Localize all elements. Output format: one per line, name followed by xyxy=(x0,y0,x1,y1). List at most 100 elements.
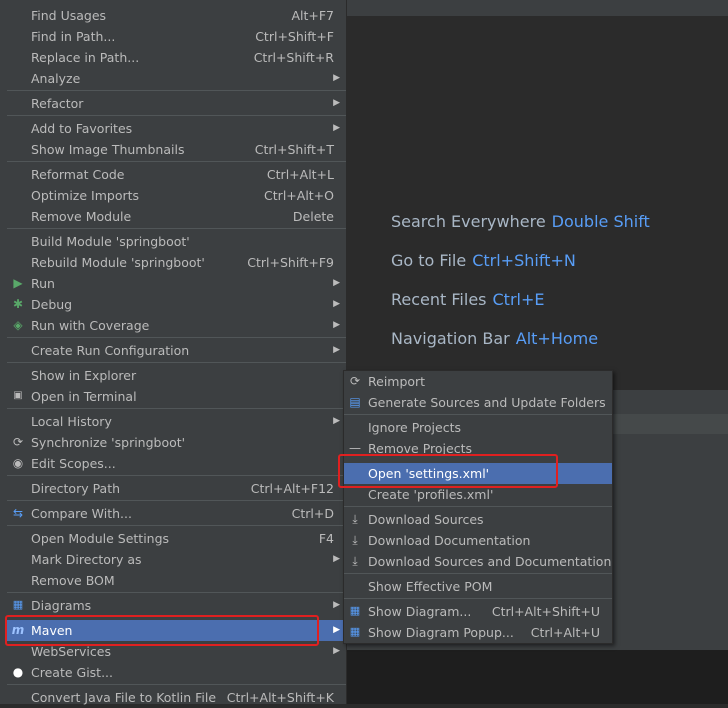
menu-item-label: Open Module Settings xyxy=(31,531,170,546)
run-icon: ▶ xyxy=(13,276,23,290)
menu-separator xyxy=(7,161,346,162)
welcome-recent-files: Recent Files Ctrl+E xyxy=(391,290,544,309)
menu-separator xyxy=(344,598,612,599)
submenu-arrow-icon: ▶ xyxy=(333,345,340,355)
menu-item-label: Download Sources and Documentation xyxy=(368,554,612,569)
submenu-item-download-sources[interactable]: ⤓ Download Sources xyxy=(344,509,612,530)
menu-item-optimize-imports[interactable]: Optimize Imports Ctrl+Alt+O xyxy=(7,185,346,206)
menu-separator xyxy=(7,525,346,526)
menu-item-directory-path[interactable]: Directory Path Ctrl+Alt+F12 xyxy=(7,478,346,499)
submenu-item-reimport[interactable]: ⟳ Reimport xyxy=(344,371,612,392)
menu-item-label: Local History xyxy=(31,414,112,429)
menu-separator xyxy=(7,115,346,116)
menu-separator xyxy=(7,592,346,593)
submenu-arrow-icon: ▶ xyxy=(333,73,340,83)
welcome-label: Recent Files xyxy=(391,290,487,309)
menu-item-debug[interactable]: ✱ Debug ▶ xyxy=(7,294,346,315)
welcome-shortcut: Ctrl+Shift+N xyxy=(472,251,576,270)
menu-item-shortcut: Ctrl+Alt+U xyxy=(530,625,600,640)
menu-item-shortcut: Ctrl+Shift+F xyxy=(255,29,334,44)
menu-item-analyze[interactable]: Analyze ▶ xyxy=(7,68,346,89)
menu-separator xyxy=(344,414,612,415)
menu-item-label: Show Diagram Popup... xyxy=(368,625,514,640)
menu-item-mark-directory-as[interactable]: Mark Directory as ▶ xyxy=(7,549,346,570)
menu-item-show-image-thumbnails[interactable]: Show Image Thumbnails Ctrl+Shift+T xyxy=(7,139,346,160)
menu-item-label: Rebuild Module 'springboot' xyxy=(31,255,205,270)
menu-item-shortcut: F4 xyxy=(318,531,334,546)
welcome-shortcut: Ctrl+E xyxy=(492,290,545,309)
menu-item-remove-module[interactable]: Remove Module Delete xyxy=(7,206,346,227)
menu-item-replace-in-path[interactable]: Replace in Path... Ctrl+Shift+R xyxy=(7,47,346,68)
welcome-navigation-bar: Navigation Bar Alt+Home xyxy=(391,329,598,348)
menu-item-shortcut: Ctrl+Shift+R xyxy=(253,50,334,65)
menu-item-create-run-configuration[interactable]: Create Run Configuration ▶ xyxy=(7,340,346,361)
debug-bug-icon: ✱ xyxy=(12,297,24,311)
menu-item-label: Show in Explorer xyxy=(31,368,137,383)
menu-item-label: Optimize Imports xyxy=(31,188,140,203)
submenu-arrow-icon: ▶ xyxy=(333,625,340,635)
menu-item-shortcut: Ctrl+Alt+Shift+U xyxy=(491,604,600,619)
welcome-shortcut: Double Shift xyxy=(551,212,650,231)
menu-item-find-in-path[interactable]: Find in Path... Ctrl+Shift+F xyxy=(7,26,346,47)
menu-item-label: Reimport xyxy=(368,374,426,389)
submenu-item-download-documentation[interactable]: ⤓ Download Documentation xyxy=(344,530,612,551)
menu-separator xyxy=(7,337,346,338)
sync-icon: ⟳ xyxy=(12,435,24,449)
menu-item-shortcut: Ctrl+Shift+T xyxy=(254,142,334,157)
menu-item-find-usages[interactable]: Find Usages Alt+F7 xyxy=(7,5,346,26)
menu-item-run[interactable]: ▶ Run ▶ xyxy=(7,273,346,294)
maven-submenu: ⟳ Reimport ▤ Generate Sources and Update F… xyxy=(343,370,613,644)
submenu-item-show-effective-pom[interactable]: Show Effective POM xyxy=(344,576,612,597)
menu-item-local-history[interactable]: Local History ▶ xyxy=(7,411,346,432)
menu-item-diagrams[interactable]: ▦ Diagrams ▶ xyxy=(7,595,346,616)
menu-item-remove-bom[interactable]: Remove BOM xyxy=(7,570,346,591)
menu-item-build-module[interactable]: Build Module 'springboot' xyxy=(7,231,346,252)
download-icon: ⤓ xyxy=(352,554,358,568)
menu-item-open-in-terminal[interactable]: ▣ Open in Terminal xyxy=(7,386,346,407)
submenu-arrow-icon: ▶ xyxy=(333,278,340,288)
menu-item-refactor[interactable]: Refactor ▶ xyxy=(7,93,346,114)
menu-item-shortcut: Ctrl+Alt+O xyxy=(264,188,334,203)
menu-item-label: Run xyxy=(31,276,55,291)
menu-item-rebuild-module[interactable]: Rebuild Module 'springboot' Ctrl+Shift+F9 xyxy=(7,252,346,273)
compare-arrows-icon: ⇆ xyxy=(12,506,24,520)
menu-item-open-module-settings[interactable]: Open Module Settings F4 xyxy=(7,528,346,549)
menu-item-label: Remove BOM xyxy=(31,573,115,588)
project-tool-strip xyxy=(0,0,7,704)
submenu-item-ignore-projects[interactable]: Ignore Projects xyxy=(344,417,612,438)
menu-item-reformat-code[interactable]: Reformat Code Ctrl+Alt+L xyxy=(7,164,346,185)
menu-item-shortcut: Ctrl+Alt+L xyxy=(266,167,334,182)
submenu-arrow-icon: ▶ xyxy=(333,554,340,564)
menu-item-run-with-coverage[interactable]: ◈ Run with Coverage ▶ xyxy=(7,315,346,336)
menu-item-label: Open in Terminal xyxy=(31,389,137,404)
menu-item-synchronize[interactable]: ⟳ Synchronize 'springboot' xyxy=(7,432,346,453)
menu-item-label: Directory Path xyxy=(31,481,121,496)
submenu-arrow-icon: ▶ xyxy=(333,299,340,309)
submenu-arrow-icon: ▶ xyxy=(333,98,340,108)
menu-item-compare-with[interactable]: ⇆ Compare With... Ctrl+D xyxy=(7,503,346,524)
menu-item-label: Find Usages xyxy=(31,8,107,23)
submenu-item-download-sources-and-docs[interactable]: ⤓ Download Sources and Documentation xyxy=(344,551,612,572)
menu-item-convert-to-kotlin[interactable]: Convert Java File to Kotlin File Ctrl+Alt… xyxy=(7,687,346,708)
scope-icon: ◉ xyxy=(12,456,24,470)
menu-separator xyxy=(7,475,346,476)
menu-item-label: Compare With... xyxy=(31,506,132,521)
submenu-item-show-diagram[interactable]: ▦ Show Diagram... Ctrl+Alt+Shift+U xyxy=(344,601,612,622)
menu-item-add-to-favorites[interactable]: Add to Favorites ▶ xyxy=(7,118,346,139)
menu-item-label: Refactor xyxy=(31,96,84,111)
submenu-item-show-diagram-popup[interactable]: ▦ Show Diagram Popup... Ctrl+Alt+U xyxy=(344,622,612,643)
menu-item-label: Add to Favorites xyxy=(31,121,133,136)
welcome-label: Go to File xyxy=(391,251,467,270)
menu-item-show-in-explorer[interactable]: Show in Explorer xyxy=(7,365,346,386)
bottom-area xyxy=(346,650,728,704)
menu-item-create-gist[interactable]: ● Create Gist... xyxy=(7,662,346,683)
minus-icon: — xyxy=(349,441,361,455)
menu-item-shortcut: Ctrl+Alt+F12 xyxy=(250,481,334,496)
submenu-item-generate-sources[interactable]: ▤ Generate Sources and Update Folders xyxy=(344,392,612,413)
welcome-shortcut: Alt+Home xyxy=(515,329,599,348)
menu-item-label: Replace in Path... xyxy=(31,50,140,65)
menu-item-label: Debug xyxy=(31,297,73,312)
menu-item-shortcut: Ctrl+Alt+Shift+K xyxy=(226,690,334,705)
menu-item-edit-scopes[interactable]: ◉ Edit Scopes... xyxy=(7,453,346,474)
menu-separator xyxy=(7,90,346,91)
